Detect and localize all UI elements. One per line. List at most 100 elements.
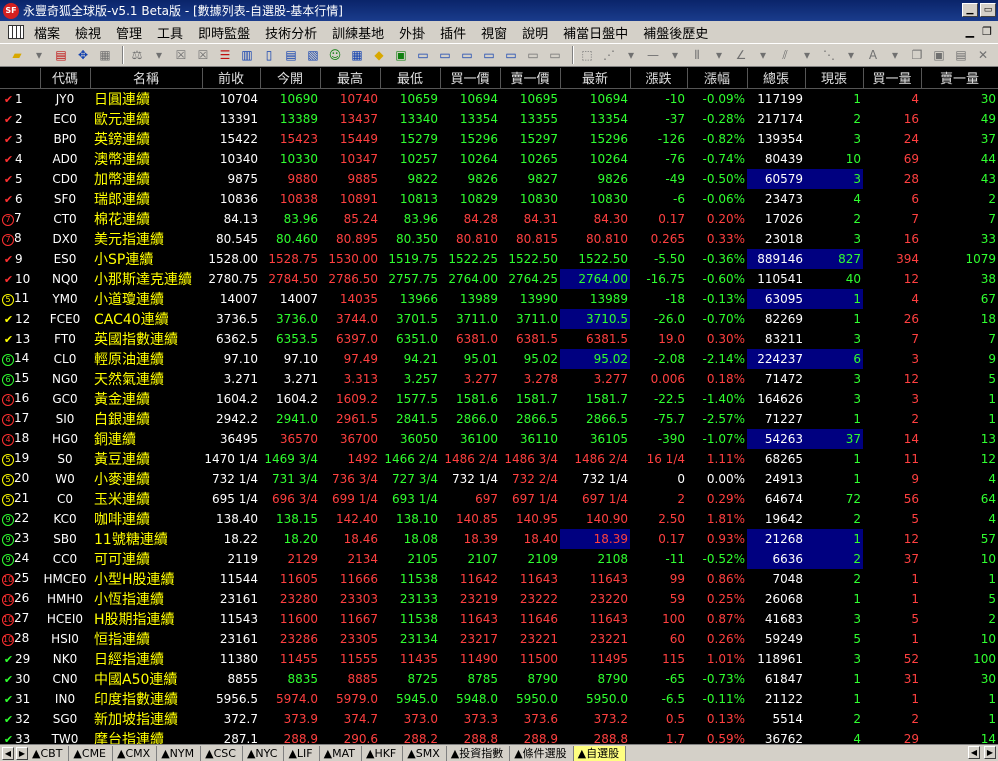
channel-icon[interactable]: ⫽ xyxy=(776,46,794,64)
column-header-3[interactable]: 前收 xyxy=(202,68,261,89)
table-row[interactable]: 4 17 SI0 白銀連續 2942.2 2941.0 2961.5 2841.5 2866.0… xyxy=(0,409,998,429)
column-header-14[interactable]: 買一量 xyxy=(863,68,922,89)
tab-0[interactable]: ▲CBT xyxy=(28,745,70,761)
dot-line-icon[interactable]: ⋰ xyxy=(600,46,618,64)
table-row[interactable]: 7 8 DX0 美元指連續 80.545 80.460 80.895 80.350 80.810… xyxy=(0,229,998,249)
tab-10[interactable]: ▲投資指數 xyxy=(447,745,511,761)
list-icon[interactable]: ▦ xyxy=(96,46,114,64)
tab-6[interactable]: ▲LIF xyxy=(284,745,320,761)
table-row[interactable]: 5 19 S0 黃豆連續 1470 1/4 1469 3/4 1492 1466 2/4 148… xyxy=(0,449,998,469)
tab-3[interactable]: ▲NYM xyxy=(157,745,202,761)
export-icon[interactable]: ▭ xyxy=(546,46,564,64)
mdi-minimize-icon[interactable]: ▁ xyxy=(966,25,974,38)
list-red-icon[interactable]: ☰ xyxy=(216,46,234,64)
column-header-10[interactable]: 漲跌 xyxy=(630,68,688,89)
tech-icon[interactable]: ▤ xyxy=(282,46,300,64)
dropdown-arrow-icon[interactable]: ▾ xyxy=(30,46,48,64)
menu-item-4[interactable]: 即時監盤 xyxy=(192,23,259,42)
menu-item-10[interactable]: 說明 xyxy=(516,23,557,42)
mdi-restore-icon[interactable]: ❐ xyxy=(982,25,992,38)
dropdown-arrow-icon[interactable]: ▾ xyxy=(886,46,904,64)
table-row[interactable]: ✔ 30 CN0 中國A50連續 8855 8835 8885 8725 8785 8790 879… xyxy=(0,669,998,689)
minimize-button[interactable]: ▁ xyxy=(962,3,978,17)
dropdown-arrow-icon[interactable]: ▾ xyxy=(666,46,684,64)
angle-icon[interactable]: ∠ xyxy=(732,46,750,64)
box-x-icon[interactable]: ☒ xyxy=(172,46,190,64)
draw-cursor-icon[interactable]: ⬚ xyxy=(578,46,596,64)
table-row[interactable]: 4 18 HG0 銅連續 36495 36570 36700 36050 36100 36110 3… xyxy=(0,428,998,449)
window2-icon[interactable]: ▭ xyxy=(458,46,476,64)
grid-menu-icon[interactable] xyxy=(8,25,24,39)
window3-icon[interactable]: ▭ xyxy=(480,46,498,64)
table-row[interactable]: ✔ 2 EC0 歐元連續 13391 13389 13437 13340 13354 13355 1… xyxy=(0,109,998,129)
table-row[interactable]: 7 7 CT0 棉花連續 84.13 83.96 85.24 83.96 84.28 84.31 8… xyxy=(0,209,998,229)
table-row[interactable]: ✔ 33 TW0 摩台指連續 287.1 288.9 290.6 288.2 288.8 288.… xyxy=(0,729,998,745)
table-row[interactable]: ✔ 29 NK0 日經指連續 11380 11455 11555 11435 11490 1150… xyxy=(0,649,998,669)
dropdown-arrow-icon[interactable]: ▾ xyxy=(754,46,772,64)
table-row[interactable]: ✔ 1 JY0 日圓連續 10704 10690 10740 10659 10694 10695 1… xyxy=(0,88,998,109)
delete-icon[interactable]: ✕ xyxy=(974,46,992,64)
table-row[interactable]: 9 23 SB0 11號糖連續 18.22 18.20 18.46 18.08 18.39 18.… xyxy=(0,528,998,549)
grid-icon[interactable]: ▦ xyxy=(348,46,366,64)
vertical-lines-icon[interactable]: ⦀ xyxy=(688,46,706,64)
tab-7[interactable]: ▲MAT xyxy=(320,745,362,761)
crosshair-icon[interactable]: ✥ xyxy=(74,46,92,64)
tab-5[interactable]: ▲NYC xyxy=(243,745,285,761)
dropdown-arrow-icon[interactable]: ▾ xyxy=(798,46,816,64)
table-row[interactable]: ✔ 13 FT0 英國指數連續 6362.5 6353.5 6397.0 6351.0 6381… xyxy=(0,329,998,349)
table-row[interactable]: 4 16 GC0 黃金連續 1604.2 1604.2 1609.2 1577.5 1581.6… xyxy=(0,389,998,409)
table-row[interactable]: 1025 HMCE0 小型H股連續 11544 11605 11666 11538 11642… xyxy=(0,569,998,589)
table-row[interactable]: 5 20 W0 小麥連續 732 1/4 731 3/4 736 3/4 727 3/4 732… xyxy=(0,469,998,489)
doc-icon[interactable]: ▯ xyxy=(260,46,278,64)
column-header-2[interactable]: 名稱 xyxy=(90,68,203,89)
hot-icon[interactable]: ▧ xyxy=(304,46,322,64)
table-row[interactable]: ✔ 4 AD0 澳幣連續 10340 10330 10347 10257 10264 10265 1… xyxy=(0,149,998,169)
column-header-5[interactable]: 最高 xyxy=(320,68,381,89)
table-row[interactable]: 9 22 KC0 咖啡連續 138.40 138.15 142.40 138.10 140.85… xyxy=(0,509,998,529)
alert-icon[interactable]: ◆ xyxy=(370,46,388,64)
table-row[interactable]: ✔ 12 FCE0 CAC40連續 3736.5 3736.0 3744.0 3701.5 37… xyxy=(0,308,998,329)
column-header-9[interactable]: 最新 xyxy=(560,68,631,89)
column-header-7[interactable]: 買一價 xyxy=(440,68,501,89)
menu-item-11[interactable]: 補當日盤中 xyxy=(557,23,637,42)
menu-item-3[interactable]: 工具 xyxy=(151,23,192,42)
tab-8[interactable]: ▲HKF xyxy=(362,745,404,761)
weight-icon[interactable]: ⚖ xyxy=(128,46,146,64)
table-row[interactable]: ✔ 6 SF0 瑞郎連續 10836 10838 10891 10813 10829 10830 1… xyxy=(0,189,998,209)
menu-item-12[interactable]: 補盤後歷史 xyxy=(637,23,717,42)
menu-item-7[interactable]: 外掛 xyxy=(393,23,434,42)
tab-4[interactable]: ▲CSC xyxy=(201,745,243,761)
paste-icon[interactable]: ▣ xyxy=(930,46,948,64)
horizontal-scrollbar[interactable]: ◀ ▶ xyxy=(928,746,998,760)
menu-item-5[interactable]: 技術分析 xyxy=(259,23,326,42)
column-header-11[interactable]: 漲幅 xyxy=(687,68,748,89)
column-header-4[interactable]: 今開 xyxy=(260,68,321,89)
column-header-12[interactable]: 總張 xyxy=(747,68,806,89)
table-row[interactable]: 1028 HSI0 恒指連續 23161 23286 23305 23134 23217 232… xyxy=(0,629,998,649)
table-row[interactable]: 1027 HCEI0 H股期指連續 11543 11600 11667 11538 11643… xyxy=(0,609,998,629)
menu-item-0[interactable]: 檔案 xyxy=(28,23,69,42)
monitor-icon[interactable]: ▭ xyxy=(414,46,432,64)
menu-item-8[interactable]: 插件 xyxy=(434,23,475,42)
tab-9[interactable]: ▲SMX xyxy=(403,745,447,761)
open-folder-icon[interactable]: ▰ xyxy=(8,46,26,64)
menu-item-2[interactable]: 管理 xyxy=(110,23,151,42)
column-header-1[interactable]: 代碼 xyxy=(40,68,91,89)
table-row[interactable]: 6 14 CL0 輕原油連續 97.10 97.10 97.49 94.21 95.01 95.0… xyxy=(0,348,998,369)
chart-red-icon[interactable]: ▤ xyxy=(52,46,70,64)
fan-icon[interactable]: ⋱ xyxy=(820,46,838,64)
tab-2[interactable]: ▲CMX xyxy=(113,745,158,761)
window5-icon[interactable]: ▭ xyxy=(524,46,542,64)
scroll-right-icon[interactable]: ▶ xyxy=(984,746,996,759)
bar-chart-icon[interactable]: ▥ xyxy=(238,46,256,64)
calc-icon[interactable]: ▣ xyxy=(392,46,410,64)
horizontal-line-icon[interactable]: — xyxy=(644,46,662,64)
table-row[interactable]: ✔ 9 ES0 小SP連續 1528.00 1528.75 1530.00 1519.75 15… xyxy=(0,248,998,269)
window-icon[interactable]: ▭ xyxy=(436,46,454,64)
column-header-13[interactable]: 現張 xyxy=(805,68,864,89)
text-tool-icon[interactable]: A xyxy=(864,46,882,64)
tab-1[interactable]: ▲CME xyxy=(69,745,114,761)
tab-next-icon[interactable]: ▶ xyxy=(16,746,28,760)
tab-prev-icon[interactable]: ◀ xyxy=(2,746,14,760)
tab-12[interactable]: ▲自選股 xyxy=(573,745,627,761)
